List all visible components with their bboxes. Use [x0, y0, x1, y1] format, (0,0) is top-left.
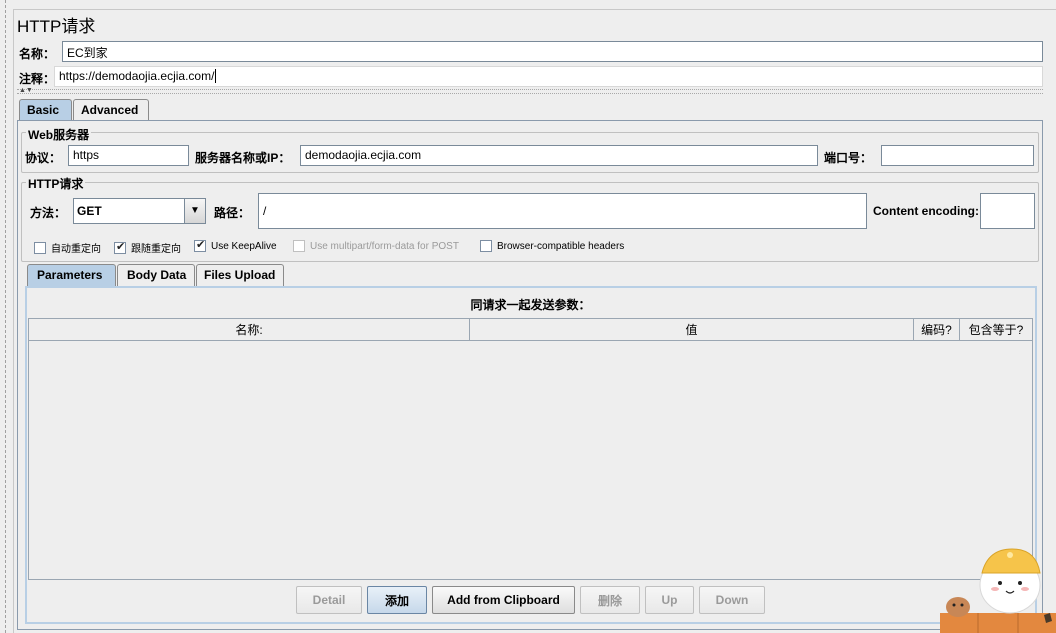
- checkbox-box: [293, 240, 305, 252]
- auto-redirect-checkbox[interactable]: 自动重定向: [34, 240, 101, 255]
- column-header-name[interactable]: 名称:: [29, 319, 470, 341]
- browser-headers-checkbox[interactable]: Browser-compatible headers: [480, 240, 624, 252]
- encoding-label: Content encoding:: [873, 204, 979, 218]
- chevron-down-icon[interactable]: ▼: [184, 199, 205, 223]
- name-label: 名称：: [19, 47, 56, 61]
- method-select[interactable]: GET ▼: [73, 198, 206, 224]
- add-button[interactable]: 添加: [367, 586, 427, 614]
- splitter[interactable]: [17, 89, 1043, 94]
- follow-redirect-label: 跟随重定向: [131, 244, 181, 255]
- protocol-field[interactable]: https: [68, 145, 189, 166]
- mascot-sticker-icon: [940, 548, 1056, 633]
- web-server-title: Web服务器: [26, 126, 92, 143]
- http-request-title: HTTP请求: [26, 175, 86, 192]
- encoding-field[interactable]: [980, 193, 1035, 229]
- column-header-value[interactable]: 值: [470, 319, 914, 341]
- multipart-label: Use multipart/form-data for POST: [310, 240, 459, 252]
- server-label: 服务器名称或IP：: [195, 151, 291, 165]
- checkbox-checked-icon: [194, 238, 206, 252]
- tab-files-upload[interactable]: Files Upload: [196, 264, 284, 286]
- auto-redirect-label: 自动重定向: [51, 244, 101, 255]
- keepalive-label: Use KeepAlive: [211, 240, 277, 252]
- port-label: 端口号：: [824, 151, 873, 165]
- browser-headers-label: Browser-compatible headers: [497, 240, 625, 252]
- tab-advanced[interactable]: Advanced: [73, 99, 149, 121]
- comment-label: 注释：: [19, 72, 56, 86]
- tab-basic[interactable]: Basic: [19, 99, 72, 121]
- server-field[interactable]: demodaojia.ecjia.com: [300, 145, 818, 166]
- port-field[interactable]: [881, 145, 1034, 166]
- collapse-arrows-icon[interactable]: ▲▼: [19, 87, 33, 94]
- delete-button[interactable]: 删除: [580, 586, 640, 614]
- path-field[interactable]: /: [258, 193, 867, 229]
- tab-parameters[interactable]: Parameters: [27, 264, 116, 286]
- column-header-include-equals[interactable]: 包含等于?: [960, 319, 1033, 341]
- follow-redirect-checkbox[interactable]: 跟随重定向: [114, 240, 181, 255]
- params-table[interactable]: 名称: 值 编码? 包含等于?: [28, 318, 1033, 580]
- checkbox-checked-icon: [114, 240, 126, 254]
- name-field[interactable]: EC到家: [62, 41, 1043, 62]
- tab-body-data[interactable]: Body Data: [117, 264, 195, 286]
- left-edge-divider: [5, 0, 7, 633]
- checkbox-box: [480, 240, 492, 252]
- down-button[interactable]: Down: [699, 586, 765, 614]
- method-label: 方法：: [30, 206, 67, 220]
- detail-button[interactable]: Detail: [296, 586, 362, 614]
- path-label: 路径：: [214, 206, 251, 220]
- checkbox-box: [34, 241, 46, 254]
- add-from-clipboard-button[interactable]: Add from Clipboard: [432, 586, 575, 614]
- params-caption: 同请求一起发送参数：: [470, 298, 591, 312]
- method-value: GET: [77, 204, 102, 218]
- column-header-encode[interactable]: 编码?: [914, 319, 960, 341]
- up-button[interactable]: Up: [645, 586, 694, 614]
- protocol-label: 协议：: [25, 151, 62, 165]
- keepalive-checkbox[interactable]: Use KeepAlive: [194, 238, 277, 252]
- comment-field[interactable]: https://demodaojia.ecjia.com/: [54, 66, 1043, 87]
- multipart-checkbox: Use multipart/form-data for POST: [293, 240, 459, 252]
- panel-title: HTTP请求: [17, 17, 96, 36]
